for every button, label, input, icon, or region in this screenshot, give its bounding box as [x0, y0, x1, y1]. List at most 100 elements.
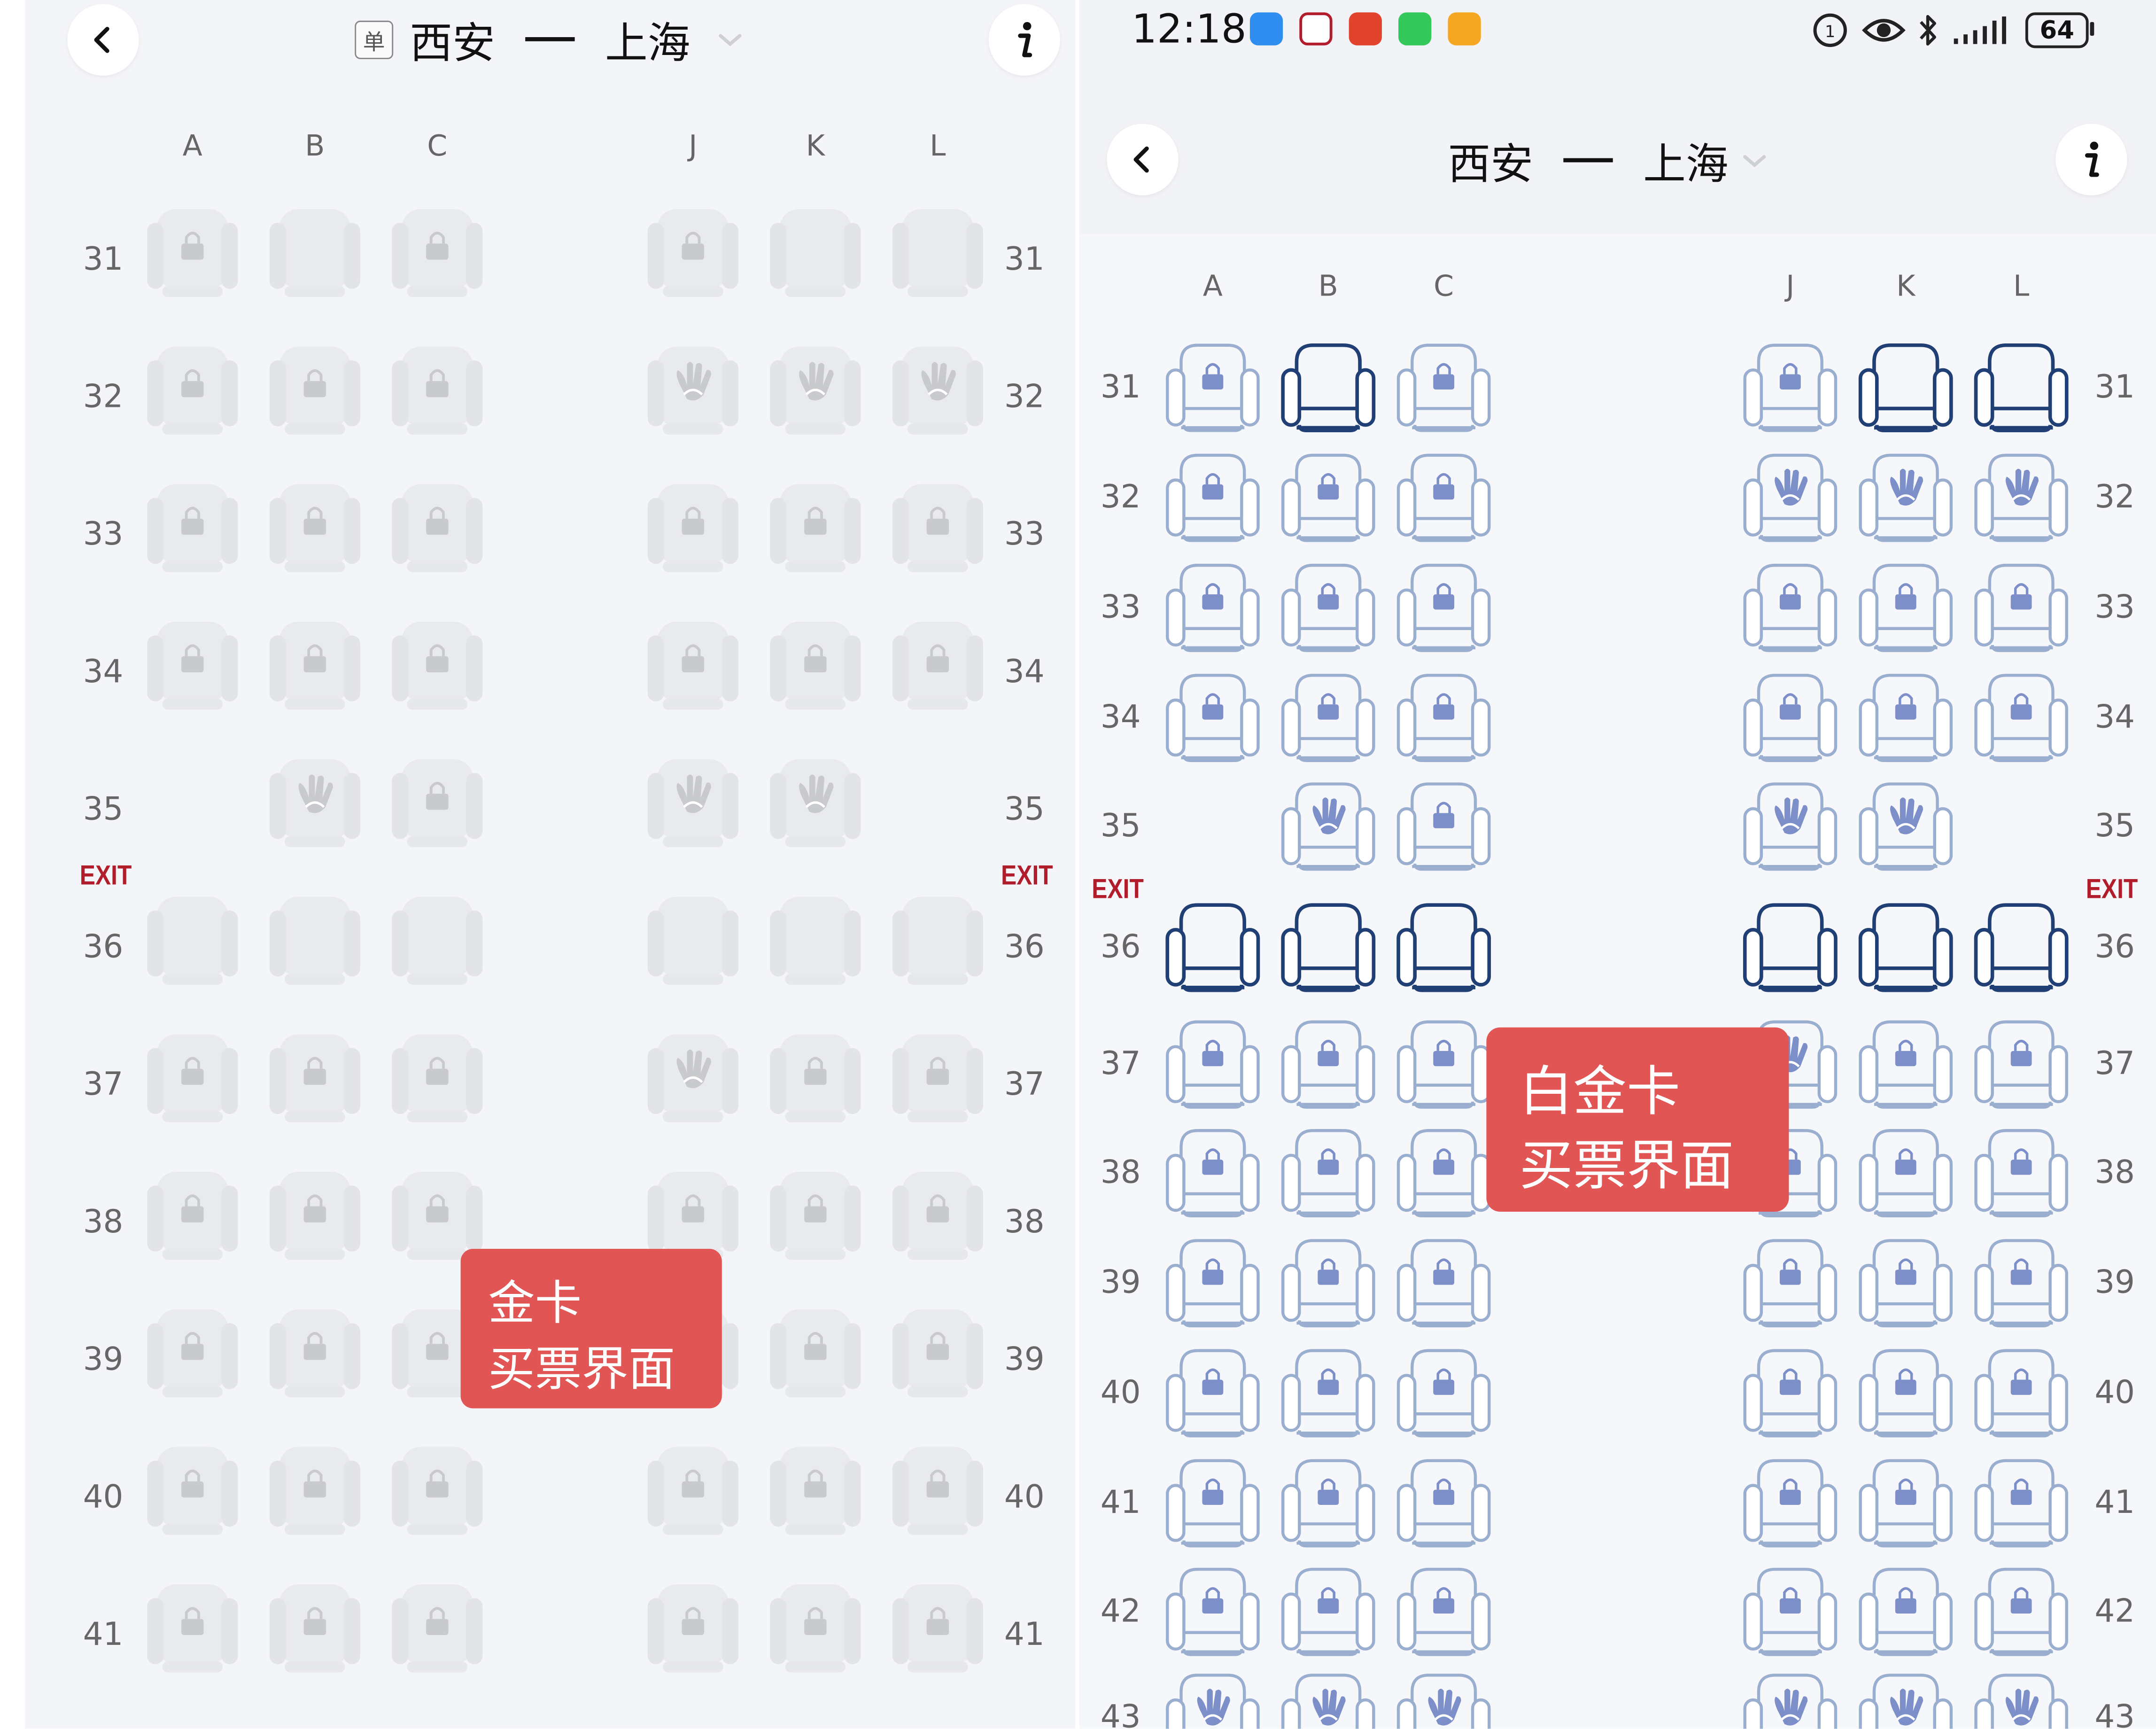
seat-40k[interactable]: [1856, 1345, 1955, 1444]
seat-39b[interactable]: [1279, 1235, 1378, 1334]
seat-39k[interactable]: [766, 1304, 865, 1403]
seat-39l[interactable]: [1972, 1235, 2071, 1334]
seat-33j[interactable]: [644, 479, 743, 578]
seat-37j[interactable]: [644, 1029, 743, 1128]
seat-34b[interactable]: [1279, 670, 1378, 769]
seat-39k[interactable]: [1856, 1235, 1955, 1334]
seat-32a[interactable]: [143, 341, 242, 440]
seat-39j[interactable]: [1741, 1235, 1840, 1334]
seat-41l[interactable]: [888, 1579, 987, 1678]
back-button[interactable]: [67, 4, 139, 76]
seat-32k[interactable]: [1856, 450, 1955, 549]
seat-33a[interactable]: [1163, 560, 1262, 659]
seat-37b[interactable]: [265, 1029, 365, 1128]
seat-43a[interactable]: [1163, 1670, 1262, 1729]
seat-34k[interactable]: [1856, 670, 1955, 769]
seat-31c[interactable]: [388, 203, 487, 303]
seat-33c[interactable]: [388, 479, 487, 578]
seat-40a[interactable]: [143, 1441, 242, 1541]
seat-32j[interactable]: [1741, 450, 1840, 549]
seat-33k[interactable]: [1856, 560, 1955, 659]
seat-39a[interactable]: [1163, 1235, 1262, 1334]
seat-41j[interactable]: [644, 1579, 743, 1678]
seat-39c[interactable]: [1394, 1235, 1493, 1334]
seat-36j[interactable]: [1741, 899, 1840, 998]
seat-35c[interactable]: [388, 754, 487, 853]
seat-36c[interactable]: [1394, 899, 1493, 998]
seat-35k[interactable]: [1856, 779, 1955, 878]
seat-34l[interactable]: [888, 616, 987, 715]
seat-38k[interactable]: [1856, 1125, 1955, 1224]
seat-38l[interactable]: [888, 1166, 987, 1265]
seat-40c[interactable]: [1394, 1345, 1493, 1444]
seat-33b[interactable]: [265, 479, 365, 578]
seat-32l[interactable]: [1972, 450, 2071, 549]
seat-31a[interactable]: [1163, 340, 1262, 439]
seat-36a[interactable]: [143, 891, 242, 990]
seat-43j[interactable]: [1741, 1670, 1840, 1729]
seat-31l[interactable]: [1972, 340, 2071, 439]
seat-40b[interactable]: [1279, 1345, 1378, 1444]
seat-35c[interactable]: [1394, 779, 1493, 878]
seat-32c[interactable]: [1394, 450, 1493, 549]
seat-32b[interactable]: [1279, 450, 1378, 549]
seat-32j[interactable]: [644, 341, 743, 440]
seat-38a[interactable]: [1163, 1125, 1262, 1224]
seat-41k[interactable]: [1856, 1455, 1955, 1554]
seat-35b[interactable]: [1279, 779, 1378, 878]
seat-33j[interactable]: [1741, 560, 1840, 659]
seat-37k[interactable]: [766, 1029, 865, 1128]
seat-37c[interactable]: [1394, 1016, 1493, 1115]
seat-40l[interactable]: [888, 1441, 987, 1541]
seat-36l[interactable]: [1972, 899, 2071, 998]
seat-41c[interactable]: [388, 1579, 487, 1678]
seat-40j[interactable]: [644, 1441, 743, 1541]
seat-38b[interactable]: [265, 1166, 365, 1265]
seat-31j[interactable]: [1741, 340, 1840, 439]
seat-31k[interactable]: [766, 203, 865, 303]
seat-40a[interactable]: [1163, 1345, 1262, 1444]
seat-38l[interactable]: [1972, 1125, 2071, 1224]
seat-43k[interactable]: [1856, 1670, 1955, 1729]
seat-37a[interactable]: [1163, 1016, 1262, 1115]
seat-43c[interactable]: [1394, 1670, 1493, 1729]
seat-42k[interactable]: [1856, 1564, 1955, 1663]
seat-34a[interactable]: [143, 616, 242, 715]
seat-36j[interactable]: [644, 891, 743, 990]
seat-35b[interactable]: [265, 754, 365, 853]
seat-31l[interactable]: [888, 203, 987, 303]
seat-32k[interactable]: [766, 341, 865, 440]
seat-31k[interactable]: [1856, 340, 1955, 439]
seat-42b[interactable]: [1279, 1564, 1378, 1663]
seat-41a[interactable]: [143, 1579, 242, 1678]
seat-33l[interactable]: [888, 479, 987, 578]
seat-41b[interactable]: [1279, 1455, 1378, 1554]
seat-36b[interactable]: [265, 891, 365, 990]
seat-31b[interactable]: [1279, 340, 1378, 439]
seat-32a[interactable]: [1163, 450, 1262, 549]
seat-43l[interactable]: [1972, 1670, 2071, 1729]
seat-41j[interactable]: [1741, 1455, 1840, 1554]
seat-37c[interactable]: [388, 1029, 487, 1128]
seat-40l[interactable]: [1972, 1345, 2071, 1444]
seat-40j[interactable]: [1741, 1345, 1840, 1444]
seat-38k[interactable]: [766, 1166, 865, 1265]
seat-32l[interactable]: [888, 341, 987, 440]
seat-31j[interactable]: [644, 203, 743, 303]
seat-40b[interactable]: [265, 1441, 365, 1541]
seat-34c[interactable]: [388, 616, 487, 715]
seat-42a[interactable]: [1163, 1564, 1262, 1663]
seat-33k[interactable]: [766, 479, 865, 578]
seat-36k[interactable]: [1856, 899, 1955, 998]
seat-37l[interactable]: [888, 1029, 987, 1128]
seat-42j[interactable]: [1741, 1564, 1840, 1663]
seat-32c[interactable]: [388, 341, 487, 440]
seat-35k[interactable]: [766, 754, 865, 853]
seat-39b[interactable]: [265, 1304, 365, 1403]
route-title[interactable]: 单 西安 上海: [355, 8, 745, 70]
seat-43b[interactable]: [1279, 1670, 1378, 1729]
seat-35j[interactable]: [644, 754, 743, 853]
seat-36l[interactable]: [888, 891, 987, 990]
seat-41c[interactable]: [1394, 1455, 1493, 1554]
seat-38a[interactable]: [143, 1166, 242, 1265]
